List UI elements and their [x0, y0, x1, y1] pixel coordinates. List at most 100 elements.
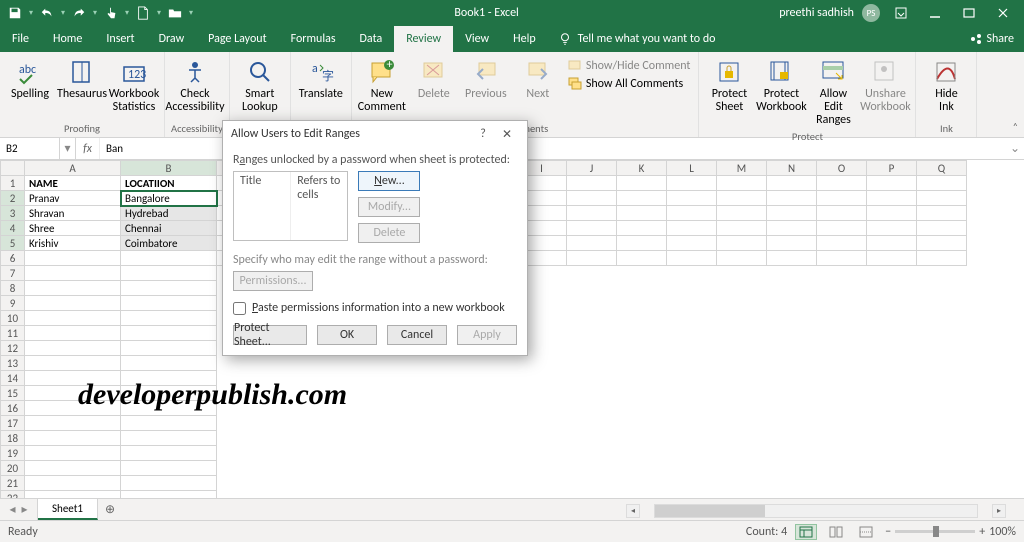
row-header[interactable]: 11: [1, 326, 25, 341]
col-header-P[interactable]: P: [867, 161, 917, 176]
cell[interactable]: [617, 236, 667, 251]
row-header[interactable]: 12: [1, 341, 25, 356]
new-file-button[interactable]: [132, 2, 154, 24]
cell[interactable]: [25, 341, 121, 356]
add-sheet-button[interactable]: ⊕: [98, 499, 122, 520]
cell[interactable]: [817, 191, 867, 206]
cell[interactable]: Shree: [25, 221, 121, 236]
cell[interactable]: [25, 371, 121, 386]
protect-sheet-dialog-button[interactable]: Protect Sheet...: [233, 325, 307, 345]
col-header-A[interactable]: A: [25, 161, 121, 176]
show-all-comments-button[interactable]: Show All Comments: [566, 76, 693, 92]
dialog-titlebar[interactable]: Allow Users to Edit Ranges ? ✕: [223, 121, 527, 147]
row-header[interactable]: 19: [1, 446, 25, 461]
row-header[interactable]: 13: [1, 356, 25, 371]
cell[interactable]: [567, 236, 617, 251]
cell[interactable]: [617, 221, 667, 236]
col-header-N[interactable]: N: [767, 161, 817, 176]
row-header[interactable]: 5: [1, 236, 25, 251]
formula-expand-button[interactable]: ⌄: [1006, 141, 1024, 156]
cell[interactable]: [667, 251, 717, 266]
row-header[interactable]: 14: [1, 371, 25, 386]
cell[interactable]: [867, 191, 917, 206]
cell[interactable]: [867, 236, 917, 251]
cell[interactable]: [25, 386, 121, 401]
ok-button[interactable]: OK: [317, 325, 377, 345]
fx-button[interactable]: fx: [76, 138, 100, 159]
cell[interactable]: [567, 251, 617, 266]
cell[interactable]: Shravan: [25, 206, 121, 221]
cell[interactable]: [917, 236, 967, 251]
cell[interactable]: [867, 176, 917, 191]
cell[interactable]: [917, 221, 967, 236]
cell[interactable]: [25, 461, 121, 476]
protect-sheet-button[interactable]: Protect Sheet: [705, 54, 753, 114]
zoom-value[interactable]: 100%: [989, 525, 1016, 539]
ribbon-options-button[interactable]: [888, 2, 914, 24]
dialog-close-button[interactable]: ✕: [495, 124, 519, 144]
cell[interactable]: [667, 236, 717, 251]
cell[interactable]: [817, 221, 867, 236]
cell[interactable]: [717, 251, 767, 266]
user-name[interactable]: preethi sadhish: [779, 6, 854, 20]
row-header[interactable]: 22: [1, 491, 25, 499]
cell[interactable]: [667, 191, 717, 206]
cell[interactable]: [25, 281, 121, 296]
cell[interactable]: Pranav: [25, 191, 121, 206]
cell[interactable]: [817, 251, 867, 266]
tab-draw[interactable]: Draw: [147, 26, 197, 52]
cell[interactable]: [25, 491, 121, 499]
cell[interactable]: [121, 251, 217, 266]
cell[interactable]: [867, 206, 917, 221]
tab-file[interactable]: File: [0, 26, 41, 52]
cell[interactable]: [25, 446, 121, 461]
cell[interactable]: [767, 176, 817, 191]
cell[interactable]: [25, 431, 121, 446]
col-header-M[interactable]: M: [717, 161, 767, 176]
cell[interactable]: [121, 326, 217, 341]
page-layout-view-button[interactable]: [825, 524, 847, 540]
cell[interactable]: [617, 176, 667, 191]
hide-ink-button[interactable]: Hide Ink: [922, 54, 970, 114]
cell[interactable]: [121, 386, 217, 401]
dialog-help-button[interactable]: ?: [471, 124, 495, 144]
row-header[interactable]: 8: [1, 281, 25, 296]
tell-me-search[interactable]: Tell me what you want to do: [548, 26, 726, 52]
tab-view[interactable]: View: [453, 26, 501, 52]
row-header[interactable]: 7: [1, 266, 25, 281]
cell[interactable]: [817, 176, 867, 191]
translate-button[interactable]: a字Translate: [297, 54, 345, 101]
cell[interactable]: [617, 251, 667, 266]
cell[interactable]: [121, 281, 217, 296]
cell[interactable]: [817, 206, 867, 221]
horizontal-scrollbar[interactable]: ◂ ▸: [626, 504, 1006, 518]
tab-review[interactable]: Review: [394, 26, 453, 52]
cell[interactable]: [25, 401, 121, 416]
cell[interactable]: [121, 401, 217, 416]
cell[interactable]: [767, 251, 817, 266]
row-header[interactable]: 17: [1, 416, 25, 431]
row-header[interactable]: 20: [1, 461, 25, 476]
cell[interactable]: [767, 191, 817, 206]
cell[interactable]: [121, 371, 217, 386]
tab-home[interactable]: Home: [41, 26, 94, 52]
cell[interactable]: [567, 206, 617, 221]
cell[interactable]: [667, 176, 717, 191]
scroll-right-button[interactable]: ▸: [992, 504, 1006, 518]
row-header[interactable]: 16: [1, 401, 25, 416]
zoom-in-button[interactable]: +: [979, 525, 985, 539]
cell[interactable]: [121, 461, 217, 476]
row-header[interactable]: 3: [1, 206, 25, 221]
cell[interactable]: [121, 296, 217, 311]
cell[interactable]: [767, 236, 817, 251]
cell[interactable]: [917, 176, 967, 191]
cell[interactable]: Coimbatore: [121, 236, 217, 251]
cell[interactable]: [121, 416, 217, 431]
cell[interactable]: [121, 446, 217, 461]
scroll-track[interactable]: [654, 504, 978, 518]
cell[interactable]: [121, 476, 217, 491]
cell[interactable]: [717, 191, 767, 206]
zoom-slider[interactable]: [895, 530, 975, 533]
zoom-out-button[interactable]: −: [885, 525, 891, 539]
redo-button[interactable]: [68, 2, 90, 24]
